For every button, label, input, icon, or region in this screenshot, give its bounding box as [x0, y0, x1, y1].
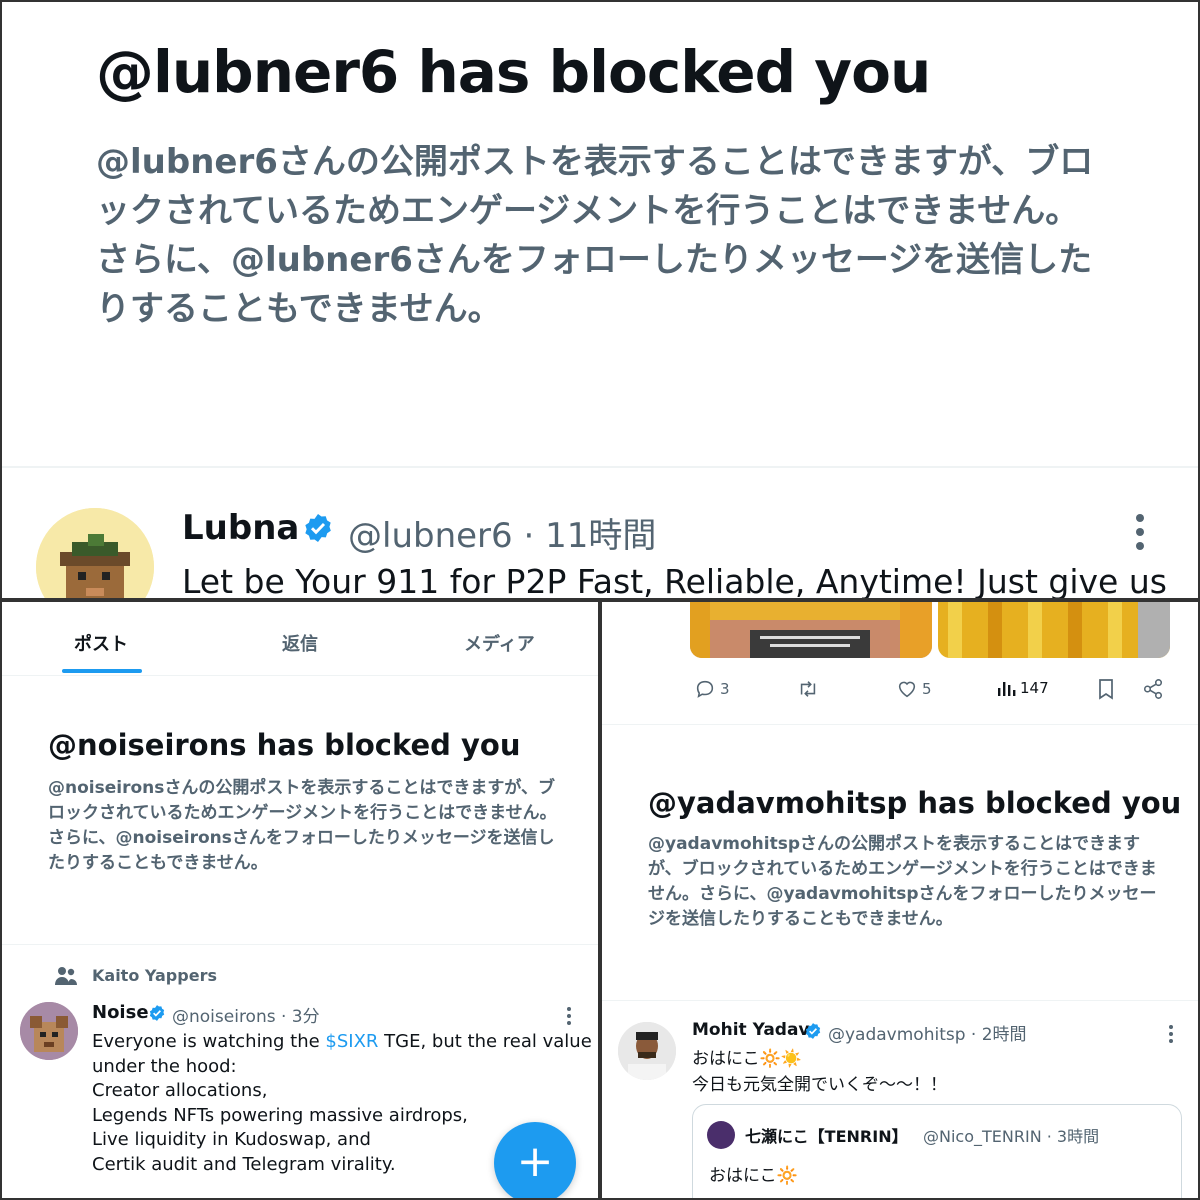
blocked-description: @lubner6さんの公開ポストを表示することはできますが、ブロックされているた… — [96, 142, 1094, 329]
community-icon — [54, 966, 78, 990]
cashtag-link[interactable]: $SIXR — [325, 1031, 378, 1052]
quote-author-name: 七瀬にこ【TENRIN】 — [745, 1127, 908, 1146]
divider — [2, 944, 598, 945]
tweet-author-name[interactable]: Noise — [92, 1002, 149, 1023]
quoted-tweet[interactable]: 七瀬にこ【TENRIN】 @Nico_TENRIN · 3時間 おはにこ🔆 — [692, 1104, 1182, 1198]
more-options-icon[interactable] — [1166, 1024, 1176, 1048]
tab-replies[interactable]: 返信 — [282, 630, 318, 656]
more-options-icon[interactable] — [564, 1006, 574, 1030]
blocked-title: @noiseirons has blocked you — [48, 728, 521, 762]
like-count: 5 — [922, 680, 932, 698]
tweet-text-segment: TGE, but the real value sits — [384, 1031, 598, 1052]
tweet-line: Creator allocations, — [92, 1080, 268, 1101]
like-button[interactable]: 5 — [896, 678, 932, 700]
more-options-icon[interactable] — [1130, 512, 1150, 556]
tweet-author-name[interactable]: Lubna — [182, 508, 299, 548]
analytics-icon — [998, 682, 1016, 696]
reply-count: 3 — [720, 680, 730, 698]
reply-button[interactable]: 3 — [694, 678, 730, 700]
tweet-media-image[interactable] — [938, 602, 1170, 658]
share-icon — [1143, 679, 1163, 699]
tweet-line: Everyone is watching the $SIXR TGE, but … — [92, 1030, 598, 1055]
tweet-handle-time[interactable]: @lubner6 · 11時間 — [348, 508, 656, 557]
tweet-text: Let be Your 911 for P2P Fast, Reliable, … — [182, 562, 1167, 598]
blocked-title: @lubner6 has blocked you — [96, 38, 931, 106]
blocked-profile-yadavmohitsp: 3 5 147 @yadavmohitsp has blocked you @y… — [602, 602, 1198, 1198]
tweet-text-segment: Everyone is watching the — [92, 1031, 326, 1052]
retweet-button[interactable] — [796, 678, 824, 700]
profile-tabs: ポスト 返信 メディア — [2, 602, 598, 676]
retweet-icon — [800, 681, 816, 697]
quote-text: おはにこ🔆 — [709, 1166, 798, 1186]
avatar[interactable] — [20, 1002, 78, 1060]
blocked-description: @noiseironsさんの公開ポストを表示することはできますが、ブロックされて… — [48, 778, 557, 873]
avatar[interactable] — [36, 508, 154, 598]
blocked-description: @yadavmohitspさんの公開ポストを表示することはできますが、ブロックさ… — [648, 834, 1157, 929]
bookmark-icon — [1099, 679, 1113, 700]
tweet-author-name[interactable]: Mohit Yadav — [692, 1020, 810, 1040]
tweet-text: おはにこ🔆☀️ 今日も元気全開でいくぞ〜〜！！ — [692, 1046, 947, 1098]
avatar[interactable] — [618, 1022, 676, 1080]
tweet-handle-time[interactable]: @noiseirons · 3分 — [172, 1002, 320, 1027]
divider — [2, 466, 1198, 468]
quote-handle-time: @Nico_TENRIN · 3時間 — [923, 1127, 1100, 1146]
verified-badge-icon — [804, 1022, 822, 1044]
compose-post-button[interactable]: + — [494, 1122, 576, 1198]
tweet-line: 今日も元気全開でいくぞ〜〜！！ — [692, 1075, 947, 1095]
divider — [602, 724, 1198, 725]
heart-icon — [898, 681, 916, 698]
tweet-line: under the hood: — [92, 1055, 237, 1077]
blocked-profile-noiseirons: ポスト 返信 メディア @noiseirons has blocked you … — [2, 602, 598, 1198]
tweet-actions: 3 5 147 — [602, 678, 1198, 706]
active-tab-indicator — [62, 669, 142, 673]
quote-avatar — [707, 1121, 735, 1149]
divider — [602, 1000, 1198, 1001]
blocked-title: @yadavmohitsp has blocked you — [648, 786, 1182, 820]
verified-badge-icon — [302, 512, 334, 548]
tab-media[interactable]: メディア — [464, 630, 535, 656]
plus-icon: + — [516, 1136, 554, 1187]
tweet-handle-time[interactable]: @yadavmohitsp · 2時間 — [828, 1020, 1027, 1045]
verified-badge-icon — [148, 1004, 166, 1026]
tweet-media-image[interactable] — [690, 602, 932, 658]
blocked-profile-lubner6: @lubner6 has blocked you @lubner6さんの公開ポス… — [2, 2, 1198, 598]
tab-posts[interactable]: ポスト — [74, 630, 128, 656]
view-count: 147 — [1020, 679, 1049, 697]
views-button[interactable]: 147 — [996, 678, 1049, 698]
share-button[interactable] — [1142, 678, 1164, 700]
bookmark-button[interactable] — [1096, 678, 1116, 700]
social-context-label[interactable]: Kaito Yappers — [92, 966, 217, 985]
reply-icon — [696, 680, 714, 698]
tweet-line: おはにこ🔆☀️ — [692, 1049, 802, 1069]
